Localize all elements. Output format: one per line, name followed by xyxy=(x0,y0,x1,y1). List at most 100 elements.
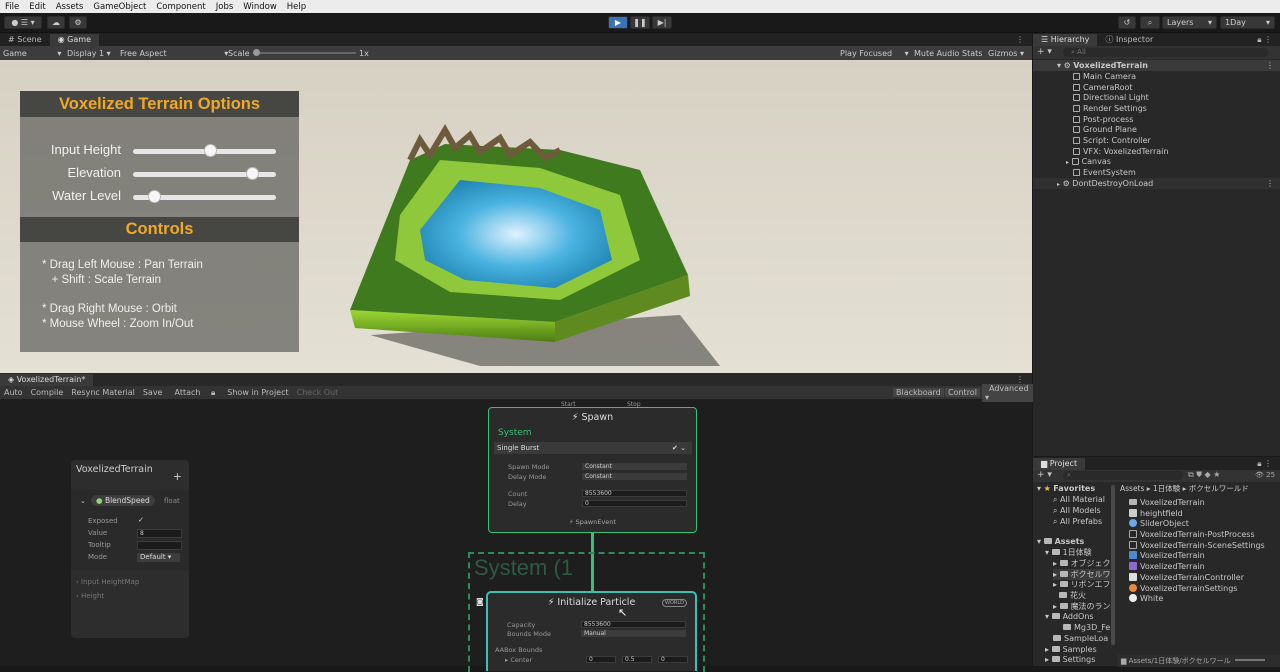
tree-scrollbar[interactable] xyxy=(1111,485,1115,645)
tab-inspector[interactable]: ⓘ Inspector xyxy=(1097,34,1161,46)
elevation-slider[interactable] xyxy=(133,167,276,180)
center-z-input[interactable]: 0 xyxy=(658,656,688,663)
hierarchy-search-input[interactable]: ⌕ All xyxy=(1063,48,1268,57)
account-button[interactable]: ● ☰ ▾ xyxy=(4,16,42,29)
auto-button[interactable]: Auto xyxy=(0,388,27,397)
step-button[interactable]: ▶| xyxy=(652,16,672,29)
lock-icon[interactable]: 🔒︎ ⋮ xyxy=(1249,458,1280,470)
tab-game[interactable]: ◉ Game xyxy=(49,34,99,46)
scale-slider[interactable] xyxy=(253,49,356,56)
filter-icons[interactable]: ⧉ ⛊ ◆ ★ xyxy=(1188,470,1220,480)
assets-header[interactable]: ▾ Assets xyxy=(1037,536,1117,547)
file-item[interactable]: VoxelizedTerrain-PostProcess xyxy=(1129,529,1280,540)
history-button[interactable]: ↺ xyxy=(1118,16,1136,29)
asset-folder[interactable]: ▸ オブジェクト xyxy=(1053,558,1110,569)
file-item[interactable]: VoxelizedTerrain xyxy=(1129,561,1280,572)
chevron-right-icon[interactable]: ▸ xyxy=(1066,159,1069,166)
stop-port[interactable]: Stop xyxy=(627,401,641,408)
add-button[interactable]: + ▾ xyxy=(1037,47,1052,57)
more-menu-icon[interactable]: ⋮ xyxy=(1266,60,1274,71)
game-mode-dropdown[interactable]: Game ▾ xyxy=(3,49,61,58)
file-item[interactable]: VoxelizedTerrain xyxy=(1129,497,1280,508)
bounds-mode-dropdown[interactable]: Manual xyxy=(581,630,686,637)
spawn-mode-dropdown[interactable]: Constant xyxy=(582,463,687,470)
file-item[interactable]: VoxelizedTerrain xyxy=(1129,550,1280,561)
blendspeed-pill[interactable]: ● BlendSpeed xyxy=(91,495,155,506)
initialize-particle-node[interactable]: ⚡ Initialize Particle WORLD Capacity 855… xyxy=(486,591,697,671)
collab-button[interactable]: ⚙ xyxy=(69,16,87,29)
more-menu-icon[interactable]: ⋮ xyxy=(1008,34,1032,46)
attach-button[interactable]: Attach 🔒︎ xyxy=(166,388,223,398)
more-menu-icon[interactable]: ⋮ xyxy=(1266,178,1274,189)
hierarchy-item[interactable]: Render Settings xyxy=(1033,103,1280,114)
visibility-count[interactable]: 👁︎ 25 xyxy=(1255,471,1275,479)
menu-edit[interactable]: Edit xyxy=(24,2,50,12)
menu-jobs[interactable]: Jobs xyxy=(211,2,239,12)
height-property[interactable]: › Height xyxy=(76,592,104,600)
chevron-down-icon[interactable]: ▾ xyxy=(1057,61,1061,70)
project-search-input[interactable]: ⌕ xyxy=(1063,471,1183,480)
game-viewport[interactable]: Voxelized Terrain Options Input Height E… xyxy=(0,60,1032,373)
delay-mode-dropdown[interactable]: Constant xyxy=(582,473,687,480)
input-heightmap-property[interactable]: › Input HeightMap xyxy=(76,578,139,586)
capacity-input[interactable]: 8553600 xyxy=(581,621,686,628)
pause-button[interactable]: ❚❚ xyxy=(630,16,650,29)
water-level-slider[interactable] xyxy=(133,190,276,203)
aspect-dropdown[interactable]: Free Aspect ▾ xyxy=(120,49,228,58)
tab-vfx-graph[interactable]: ◈ VoxelizedTerrain* xyxy=(0,373,94,386)
hierarchy-item[interactable]: Script: Controller xyxy=(1033,135,1280,146)
save-button[interactable]: Save xyxy=(139,388,167,397)
center-x-input[interactable]: 0 xyxy=(586,656,616,663)
layers-dropdown[interactable]: Layers ▾ xyxy=(1162,16,1217,29)
single-burst-block[interactable]: Single Burst ✔ ⌄ xyxy=(494,442,692,454)
hierarchy-item[interactable]: EventSystem xyxy=(1033,167,1280,178)
center-y-input[interactable]: 0.5 xyxy=(622,656,652,663)
world-space-badge[interactable]: WORLD xyxy=(662,599,687,607)
menu-component[interactable]: Component xyxy=(151,2,210,12)
search-button[interactable]: ⌕ xyxy=(1140,16,1160,29)
play-focused-dropdown[interactable]: Play Focused ▾ xyxy=(840,49,909,58)
spawn-node[interactable]: Start Stop ⚡ Spawn System Single Burst ✔ … xyxy=(488,401,697,533)
hierarchy-item[interactable]: Ground Plane xyxy=(1033,124,1280,135)
hierarchy-item[interactable]: Directional Light xyxy=(1033,92,1280,103)
check-icon[interactable]: ✔ ⌄ xyxy=(672,442,686,454)
count-input[interactable]: 8553600 xyxy=(582,490,687,497)
start-port[interactable]: Start xyxy=(561,401,576,408)
asset-folder[interactable]: SampleLoa xyxy=(1053,633,1110,644)
asset-folder[interactable]: ▸ リボンエフェ xyxy=(1053,579,1110,590)
control-button[interactable]: Control xyxy=(945,388,980,397)
menu-help[interactable]: Help xyxy=(282,2,311,12)
menu-assets[interactable]: Assets xyxy=(51,2,89,12)
asset-folder[interactable]: ▾ AddOns xyxy=(1045,611,1115,622)
menu-window[interactable]: Window xyxy=(238,2,282,12)
asset-folder[interactable]: ▸ Settings xyxy=(1045,654,1110,665)
chevron-down-icon[interactable]: ⌄ xyxy=(80,497,86,505)
gizmos-dropdown[interactable]: Gizmos ▾ xyxy=(988,49,1024,58)
favorite-item[interactable]: ⌕ All Prefabs xyxy=(1053,516,1135,527)
tab-scene[interactable]: # Scene xyxy=(0,34,50,46)
layout-dropdown[interactable]: 1Day ▾ xyxy=(1220,16,1275,29)
favorites-header[interactable]: ▾ ★ Favorites xyxy=(1037,483,1117,494)
tab-project[interactable]: ▆ Project xyxy=(1033,458,1086,470)
tooltip-input[interactable] xyxy=(137,541,182,550)
scale-slider-knob[interactable] xyxy=(253,49,260,56)
hierarchy-root-row[interactable]: ▾ ⚙ VoxelizedTerrain ⋮ xyxy=(1033,60,1280,71)
mode-dropdown[interactable]: Default ▾ xyxy=(137,553,180,562)
chevron-right-icon[interactable]: ▸ xyxy=(1057,181,1060,188)
add-property-button[interactable]: + xyxy=(173,470,182,483)
elevation-slider-knob[interactable] xyxy=(245,167,259,180)
mute-audio-button[interactable]: Mute Audio xyxy=(914,49,959,58)
value-input[interactable]: 8 xyxy=(137,529,182,538)
favorite-item[interactable]: ⌕ All Material xyxy=(1053,494,1135,505)
exposed-checkbox[interactable]: ✓ xyxy=(138,516,144,524)
cloud-button[interactable]: ☁ xyxy=(47,16,65,29)
tab-hierarchy[interactable]: ☰ Hierarchy xyxy=(1033,34,1098,46)
lock-icon[interactable]: 🔒︎ ⋮ xyxy=(1249,34,1280,46)
add-button[interactable]: + ▾ xyxy=(1037,470,1052,480)
hierarchy-item[interactable]: ▸ Canvas xyxy=(1033,156,1280,167)
icon-size-slider[interactable] xyxy=(1234,659,1265,661)
advanced-dropdown[interactable]: Advanced ▾ xyxy=(982,383,1036,402)
system-toggle-icon[interactable]: ◙ xyxy=(476,597,484,606)
favorite-item[interactable]: ⌕ All Models xyxy=(1053,505,1135,516)
hierarchy-item[interactable]: Main Camera xyxy=(1033,71,1280,82)
